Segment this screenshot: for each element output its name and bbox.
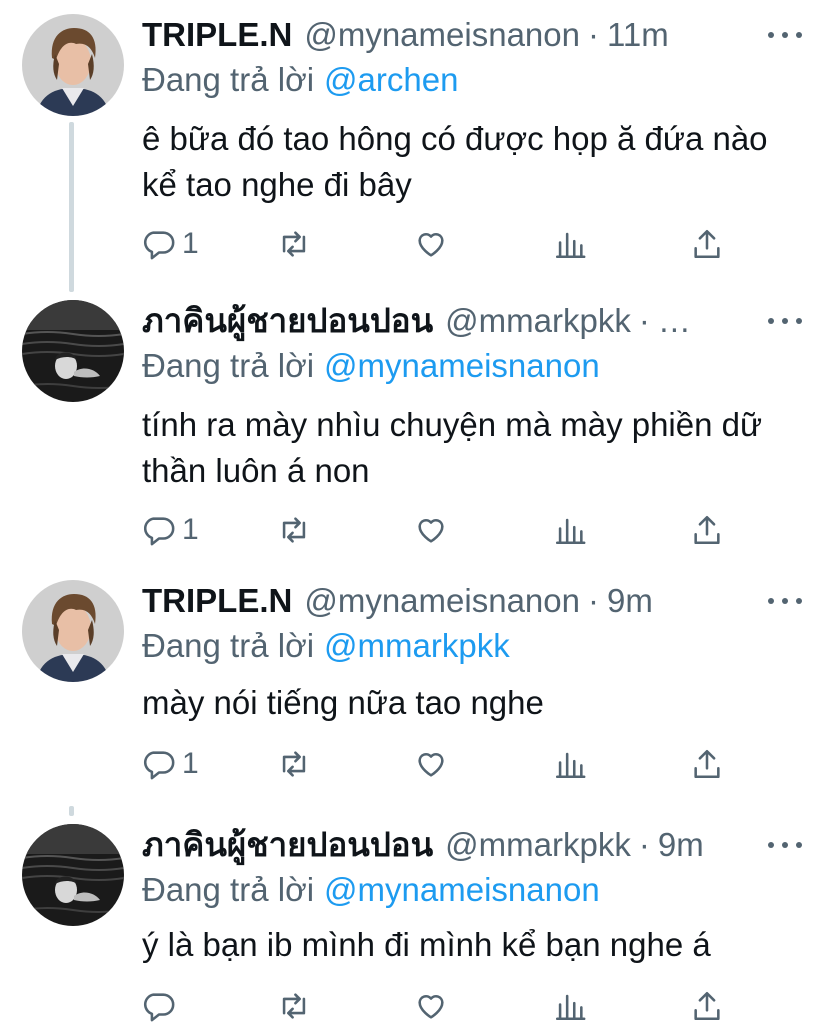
- like-button[interactable]: [414, 986, 448, 1026]
- share-icon: [694, 229, 720, 259]
- thread-connector: [69, 122, 74, 292]
- replying-to: Đang trả lời @mynameisnanon: [142, 344, 600, 388]
- retweet-button[interactable]: [277, 986, 311, 1026]
- retweet-icon: [282, 751, 306, 777]
- more-options-icon[interactable]: [768, 586, 802, 616]
- portrait-young-man-icon: [22, 14, 124, 116]
- avatar[interactable]: [22, 14, 124, 116]
- analytics-icon: [555, 518, 586, 545]
- replying-to: Đang trả lời @archen: [142, 58, 458, 102]
- avatar[interactable]: [22, 300, 124, 402]
- replying-label: Đang trả lời: [142, 347, 315, 384]
- analytics-icon: [555, 994, 586, 1021]
- reply-count: 1: [182, 513, 199, 546]
- retweet-button[interactable]: [277, 744, 311, 784]
- replying-to-link[interactable]: @archen: [324, 61, 458, 98]
- share-button[interactable]: [690, 744, 724, 784]
- more-options-icon[interactable]: [768, 20, 802, 50]
- share-button[interactable]: [690, 986, 724, 1026]
- display-name[interactable]: TRIPLE.N: [142, 580, 292, 622]
- like-button[interactable]: [414, 744, 448, 784]
- timestamp[interactable]: 9m: [658, 824, 704, 866]
- replying-label: Đang trả lời: [142, 61, 315, 98]
- share-icon: [694, 515, 720, 545]
- replying-to-link[interactable]: @mmarkpkk: [324, 627, 510, 664]
- share-button[interactable]: [690, 224, 724, 264]
- reply-icon: [143, 517, 175, 546]
- heart-icon: [418, 518, 444, 543]
- tweet-text: tính ra mày nhìu chuyện mà mày phiền dữ …: [142, 406, 763, 489]
- separator-dot: ·: [587, 582, 599, 619]
- retweet-icon: [282, 993, 306, 1019]
- share-icon: [694, 749, 720, 779]
- reply-button[interactable]: [142, 986, 182, 1026]
- heart-icon: [418, 232, 444, 257]
- user-handle[interactable]: @mmarkpkk: [445, 824, 631, 866]
- share-button[interactable]: [690, 510, 724, 550]
- tweet-actions: 1: [142, 744, 742, 784]
- retweet-icon: [282, 231, 306, 257]
- user-handle[interactable]: @mynameisnanon: [304, 580, 580, 622]
- reply-button[interactable]: 1: [142, 744, 199, 784]
- more-options-icon[interactable]: [768, 830, 802, 860]
- like-button[interactable]: [414, 224, 448, 264]
- avatar[interactable]: [22, 580, 124, 682]
- reply-icon: [143, 231, 175, 260]
- reply-icon: [143, 993, 175, 1022]
- more-options-icon[interactable]: [768, 306, 802, 336]
- timestamp[interactable]: 9m: [607, 580, 653, 622]
- separator-dot: ·: [587, 16, 599, 53]
- replying-label: Đang trả lời: [142, 627, 315, 664]
- tweet-actions: [142, 986, 742, 1026]
- thread-connector: [69, 806, 74, 816]
- tweet-text: mày nói tiếng nữa tao nghe: [142, 684, 544, 721]
- reply-button[interactable]: 1: [142, 510, 199, 550]
- user-handle[interactable]: @mynameisnanon: [304, 14, 580, 56]
- monochrome-sea-portrait-icon: [22, 300, 124, 402]
- replying-to-link[interactable]: @mynameisnanon: [324, 347, 600, 384]
- analytics-button[interactable]: [553, 224, 587, 264]
- reply-icon: [143, 751, 175, 780]
- tweet-text: ê bữa đó tao hông có được họp ă đứa nào …: [142, 120, 768, 203]
- timestamp[interactable]: 11m: [607, 14, 669, 56]
- replying-to: Đang trả lời @mmarkpkk: [142, 624, 510, 668]
- reply-count: 1: [182, 227, 199, 260]
- replying-to-link[interactable]: @mynameisnanon: [324, 871, 600, 908]
- separator-dot: ·: [638, 826, 650, 863]
- retweet-button[interactable]: [277, 510, 311, 550]
- tweet-actions: 1: [142, 224, 742, 264]
- display-name[interactable]: ภาคินผู้ชายปอนปอน: [142, 300, 433, 342]
- retweet-icon: [282, 517, 306, 543]
- separator-dot: ·: [638, 302, 650, 339]
- retweet-button[interactable]: [277, 224, 311, 264]
- monochrome-sea-portrait-icon: [22, 824, 124, 926]
- reply-count: 1: [182, 747, 199, 780]
- avatar[interactable]: [22, 824, 124, 926]
- heart-icon: [418, 994, 444, 1019]
- tweet-actions: 1: [142, 510, 742, 550]
- reply-button[interactable]: 1: [142, 224, 199, 264]
- share-icon: [694, 991, 720, 1021]
- tweet-text: ý là bạn ib mình đi mình kể bạn nghe á: [142, 926, 711, 963]
- portrait-young-man-icon: [22, 580, 124, 682]
- analytics-button[interactable]: [553, 510, 587, 550]
- user-handle[interactable]: @mmarkpkk: [445, 300, 631, 342]
- analytics-button[interactable]: [553, 986, 587, 1026]
- display-name[interactable]: ภาคินผู้ชายปอนปอน: [142, 824, 433, 866]
- analytics-button[interactable]: [553, 744, 587, 784]
- timestamp[interactable]: …: [658, 300, 691, 342]
- analytics-icon: [555, 232, 586, 259]
- replying-label: Đang trả lời: [142, 871, 315, 908]
- display-name[interactable]: TRIPLE.N: [142, 14, 292, 56]
- analytics-icon: [555, 752, 586, 779]
- heart-icon: [418, 752, 444, 777]
- replying-to: Đang trả lời @mynameisnanon: [142, 868, 600, 912]
- like-button[interactable]: [414, 510, 448, 550]
